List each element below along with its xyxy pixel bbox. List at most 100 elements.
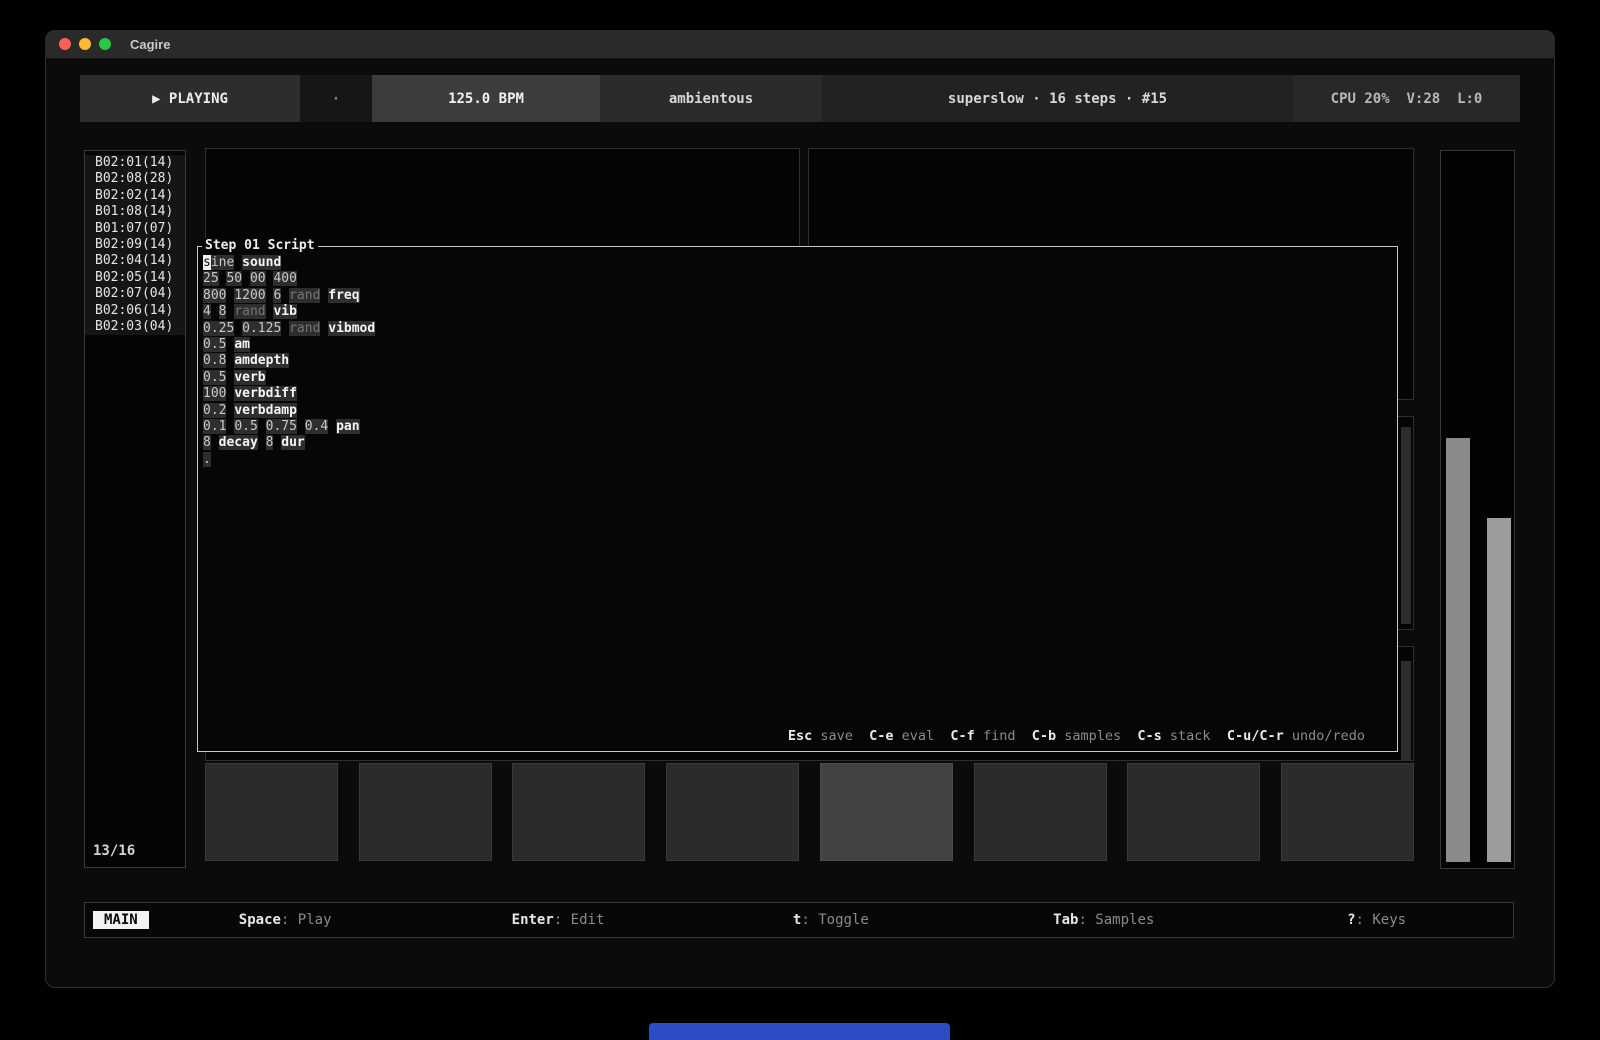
transport-status[interactable]: ▶ PLAYING: [80, 75, 300, 122]
script-token: 0.1: [203, 419, 226, 434]
status-hint: Enter: Edit: [422, 912, 695, 928]
status-hints: Space: PlayEnter: Editt: ToggleTab: Samp…: [149, 912, 1513, 928]
status-hint: ?: Keys: [1240, 912, 1513, 928]
script-token: [258, 419, 266, 434]
script-token: 0.4: [305, 419, 328, 434]
step-box[interactable]: [974, 763, 1107, 861]
editor-help-line: Esc save C-e eval C-f find C-b samples C…: [788, 728, 1365, 744]
script-token: 0.125: [242, 321, 281, 336]
step-box[interactable]: [820, 763, 953, 861]
script-token: sound: [242, 255, 281, 270]
pattern-item[interactable]: B02:02(14): [85, 188, 185, 204]
meter-bar-left: [1446, 438, 1470, 862]
pattern-list: B02:01(14)B02:08(28)B02:02(14)B01:08(14)…: [85, 151, 185, 335]
script-token: 0.5: [234, 419, 257, 434]
script-token: rand: [289, 288, 320, 303]
minimize-button[interactable]: [79, 38, 91, 50]
editor-title: Step 01 Script: [202, 238, 318, 253]
script-token: rand: [234, 304, 265, 319]
pattern-item[interactable]: B01:08(14): [85, 204, 185, 220]
script-token: 800: [203, 288, 226, 303]
pattern-item[interactable]: B02:04(14): [85, 253, 185, 269]
script-token: pan: [336, 419, 359, 434]
zoom-button[interactable]: [99, 38, 111, 50]
script-editor-panel: Step 01 Script sine sound25 50 00 400800…: [197, 246, 1398, 752]
pattern-item[interactable]: B02:08(28): [85, 171, 185, 187]
system-stats: CPU 20% V:28 L:0: [1293, 75, 1520, 122]
script-line: 0.25 0.125 rand vibmod: [203, 321, 375, 337]
script-line: 0.5 am: [203, 337, 375, 353]
step-box[interactable]: [666, 763, 799, 861]
script-line: .: [203, 452, 375, 468]
step-box[interactable]: [205, 763, 338, 861]
script-token: [281, 288, 289, 303]
pattern-item[interactable]: B02:01(14): [85, 155, 185, 171]
script-line: 800 1200 6 rand freq: [203, 288, 375, 304]
step-box[interactable]: [1281, 763, 1414, 861]
pattern-item[interactable]: B02:06(14): [85, 303, 185, 319]
hint-key: Space: [239, 912, 281, 928]
script-line: 25 50 00 400: [203, 271, 375, 287]
script-token: dur: [281, 435, 304, 450]
script-token: 00: [250, 271, 266, 286]
script-token: [281, 321, 289, 336]
help-key: C-e: [869, 728, 893, 744]
script-editor[interactable]: sine sound25 50 00 400800 1200 6 rand fr…: [203, 255, 375, 468]
script-token: [297, 419, 305, 434]
status-hint: t: Toggle: [694, 912, 967, 928]
script-token: verbdiff: [234, 386, 297, 401]
status-hint: Tab: Samples: [967, 912, 1240, 928]
window-title: Cagire: [130, 37, 170, 52]
script-token: [211, 304, 219, 319]
status-bar: MAIN Space: PlayEnter: Editt: ToggleTab:…: [84, 902, 1514, 938]
script-line: 0.5 verb: [203, 370, 375, 386]
beat-indicator: ·: [300, 75, 372, 122]
transport-bar: ▶ PLAYING · 125.0 BPM ambientous supersl…: [80, 75, 1520, 122]
script-line: 100 verbdiff: [203, 386, 375, 402]
pattern-item[interactable]: B01:07(07): [85, 221, 185, 237]
step-box[interactable]: [512, 763, 645, 861]
script-line: 4 8 rand vib: [203, 304, 375, 320]
script-token: amdepth: [234, 353, 289, 368]
close-button[interactable]: [59, 38, 71, 50]
help-key: C-b: [1032, 728, 1056, 744]
script-token: [258, 435, 266, 450]
step-position-label: 13/16: [93, 843, 135, 859]
pattern-item[interactable]: B02:09(14): [85, 237, 185, 253]
script-token: 1200: [234, 288, 265, 303]
meter-bar-right: [1487, 518, 1511, 862]
screen: Cagire ▶ PLAYING · 125.0 BPM ambientous …: [0, 0, 1600, 1040]
pattern-item[interactable]: B02:07(04): [85, 286, 185, 302]
script-token: 100: [203, 386, 226, 401]
script-token: freq: [328, 288, 359, 303]
help-key: C-s: [1137, 728, 1161, 744]
script-token: ine: [211, 255, 234, 270]
script-token: vib: [273, 304, 296, 319]
help-key: C-f: [950, 728, 974, 744]
titlebar: Cagire: [45, 30, 1555, 59]
bpm-display[interactable]: 125.0 BPM: [372, 75, 600, 122]
pattern-item[interactable]: B02:03(04): [85, 319, 185, 335]
step-box[interactable]: [1127, 763, 1260, 861]
steps-row: [205, 760, 1414, 864]
pattern-info: superslow · 16 steps · #15: [822, 75, 1293, 122]
script-token: 8: [203, 435, 211, 450]
step-box[interactable]: [359, 763, 492, 861]
help-key: Esc: [788, 728, 812, 744]
level-meters-panel: [1440, 150, 1515, 869]
hint-key: Tab: [1053, 912, 1078, 928]
script-token: 0.75: [266, 419, 297, 434]
script-token: decay: [219, 435, 258, 450]
help-key: C-u/C-r: [1227, 728, 1284, 744]
script-token: 0.25: [203, 321, 234, 336]
script-token: 0.8: [203, 353, 226, 368]
script-token: 25: [203, 271, 219, 286]
script-line: 8 decay 8 dur: [203, 435, 375, 451]
script-token: 0.2: [203, 403, 226, 418]
script-token: vibmod: [328, 321, 375, 336]
script-token: .: [203, 452, 211, 467]
text-cursor: s: [203, 255, 211, 270]
panel-middle-scroll: [1401, 427, 1411, 624]
script-token: [234, 321, 242, 336]
pattern-item[interactable]: B02:05(14): [85, 270, 185, 286]
